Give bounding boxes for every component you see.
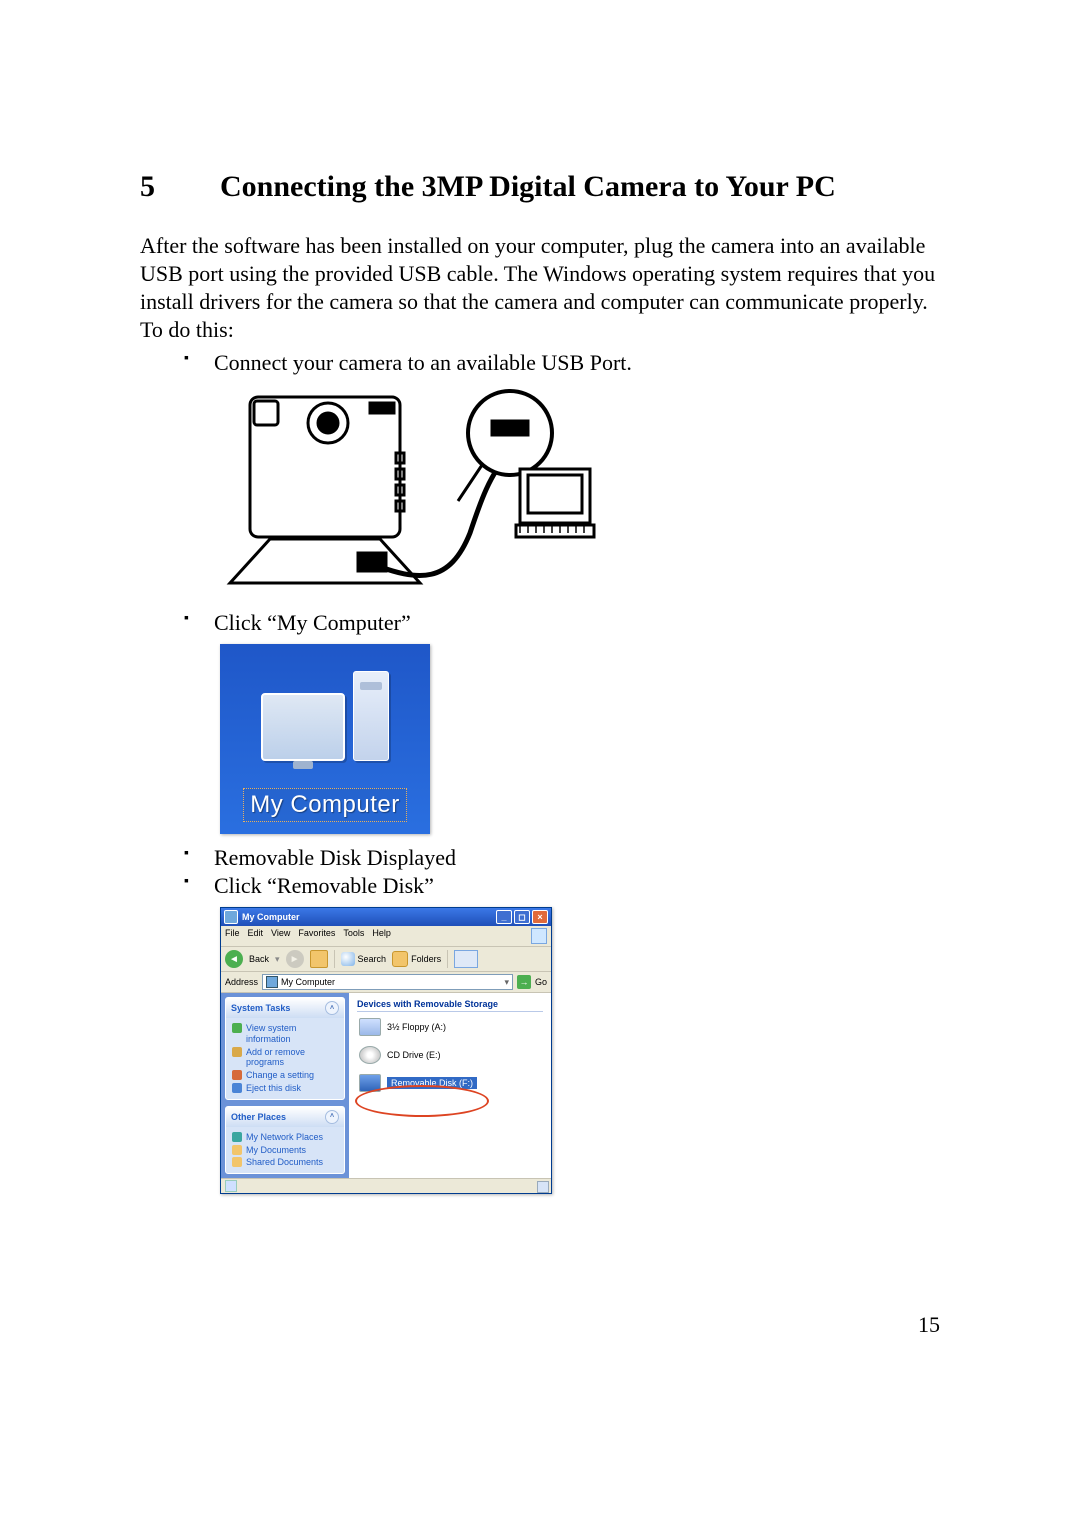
figure-my-computer-icon: My Computer [220, 644, 430, 834]
maximize-button[interactable]: ◻ [514, 910, 530, 924]
views-button[interactable] [454, 950, 478, 968]
figure-camera-to-pc [220, 383, 600, 599]
task-eject-disk[interactable]: Eject this disk [232, 1082, 338, 1095]
step-connect-usb: Connect your camera to an available USB … [184, 349, 950, 378]
menu-tools[interactable]: Tools [343, 928, 364, 944]
chevron-up-icon[interactable]: ˄ [325, 1001, 339, 1015]
address-dropdown-icon[interactable]: ▾ [504, 977, 509, 988]
search-button[interactable]: Search [341, 952, 387, 966]
place-my-documents[interactable]: My Documents [232, 1144, 338, 1157]
minimize-button[interactable]: _ [496, 910, 512, 924]
address-field[interactable]: My Computer ▾ [262, 974, 513, 990]
menu-edit[interactable]: Edit [248, 928, 264, 944]
back-label: Back [249, 954, 269, 964]
section-number: 5 [140, 170, 220, 204]
task-view-system-info[interactable]: View system information [232, 1022, 338, 1046]
pane-other-places: Other Places ˄ My Network Places My Docu… [225, 1106, 345, 1174]
go-label: Go [535, 977, 547, 987]
group-removable-storage: Devices with Removable Storage [357, 999, 543, 1012]
explorer-title-icon [224, 910, 238, 924]
folders-icon [392, 951, 408, 967]
address-value: My Computer [281, 977, 335, 987]
back-button[interactable]: ◄ [225, 950, 243, 968]
box-icon [232, 1047, 242, 1057]
forward-button[interactable]: ► [286, 950, 304, 968]
drive-cd[interactable]: CD Drive (E:) [359, 1046, 541, 1064]
removable-disk-icon [359, 1074, 381, 1092]
eject-icon [232, 1083, 242, 1093]
address-icon [266, 976, 278, 988]
camera-to-pc-illustration [220, 383, 600, 599]
scroll-right-icon[interactable] [537, 1181, 549, 1193]
task-change-setting[interactable]: Change a setting [232, 1069, 338, 1082]
folder-icon [232, 1145, 242, 1155]
search-icon [341, 952, 355, 966]
info-icon [232, 1023, 242, 1033]
up-button[interactable] [310, 950, 328, 968]
explorer-toolbar: ◄ Back ▾ ► Search Folders [221, 947, 551, 972]
close-button[interactable]: × [532, 910, 548, 924]
section-heading: 5Connecting the 3MP Digital Camera to Yo… [140, 170, 950, 204]
explorer-title: My Computer [242, 912, 300, 922]
menu-help[interactable]: Help [372, 928, 391, 944]
place-shared-documents[interactable]: Shared Documents [232, 1156, 338, 1169]
menu-favorites[interactable]: Favorites [298, 928, 335, 944]
explorer-menubar: File Edit View Favorites Tools Help [221, 926, 551, 947]
chevron-up-icon[interactable]: ˄ [325, 1110, 339, 1124]
intro-paragraph: After the software has been installed on… [140, 232, 950, 345]
monitor-icon [261, 693, 345, 761]
pane-system-title: System Tasks [231, 1003, 290, 1013]
explorer-statusbar [221, 1178, 551, 1193]
pane-system-tasks: System Tasks ˄ View system information A… [225, 997, 345, 1100]
step-click-removable: Click “Removable Disk” [184, 872, 950, 901]
my-computer-label: My Computer [243, 788, 407, 822]
cd-icon [359, 1046, 381, 1064]
menu-file[interactable]: File [225, 928, 240, 944]
network-icon [232, 1132, 242, 1142]
explorer-addressbar: Address My Computer ▾ → Go [221, 972, 551, 993]
folder-icon [232, 1157, 242, 1167]
folders-button[interactable]: Folders [392, 951, 441, 967]
explorer-titlebar: My Computer _ ◻ × [221, 908, 551, 926]
explorer-content: Devices with Removable Storage 3½ Floppy… [349, 993, 551, 1178]
floppy-icon [359, 1018, 381, 1036]
page-number: 15 [918, 1312, 940, 1338]
drive-removable[interactable]: Removable Disk (F:) [359, 1074, 541, 1092]
pane-other-title: Other Places [231, 1112, 286, 1122]
step-removable-displayed: Removable Disk Displayed [184, 844, 950, 873]
control-icon [232, 1070, 242, 1080]
place-network[interactable]: My Network Places [232, 1131, 338, 1144]
section-title: Connecting the 3MP Digital Camera to You… [220, 170, 836, 203]
menu-view[interactable]: View [271, 928, 290, 944]
throbber-icon [531, 928, 547, 944]
drive-floppy[interactable]: 3½ Floppy (A:) [359, 1018, 541, 1036]
step-click-my-computer: Click “My Computer” [184, 609, 950, 638]
task-add-remove[interactable]: Add or remove programs [232, 1046, 338, 1070]
tower-icon [353, 671, 389, 761]
figure-explorer-window: My Computer _ ◻ × File Edit View Favorit… [220, 907, 552, 1194]
address-label: Address [225, 977, 258, 987]
go-button[interactable]: → [517, 975, 531, 989]
explorer-sidebar: System Tasks ˄ View system information A… [221, 993, 349, 1178]
status-icon [225, 1180, 237, 1192]
